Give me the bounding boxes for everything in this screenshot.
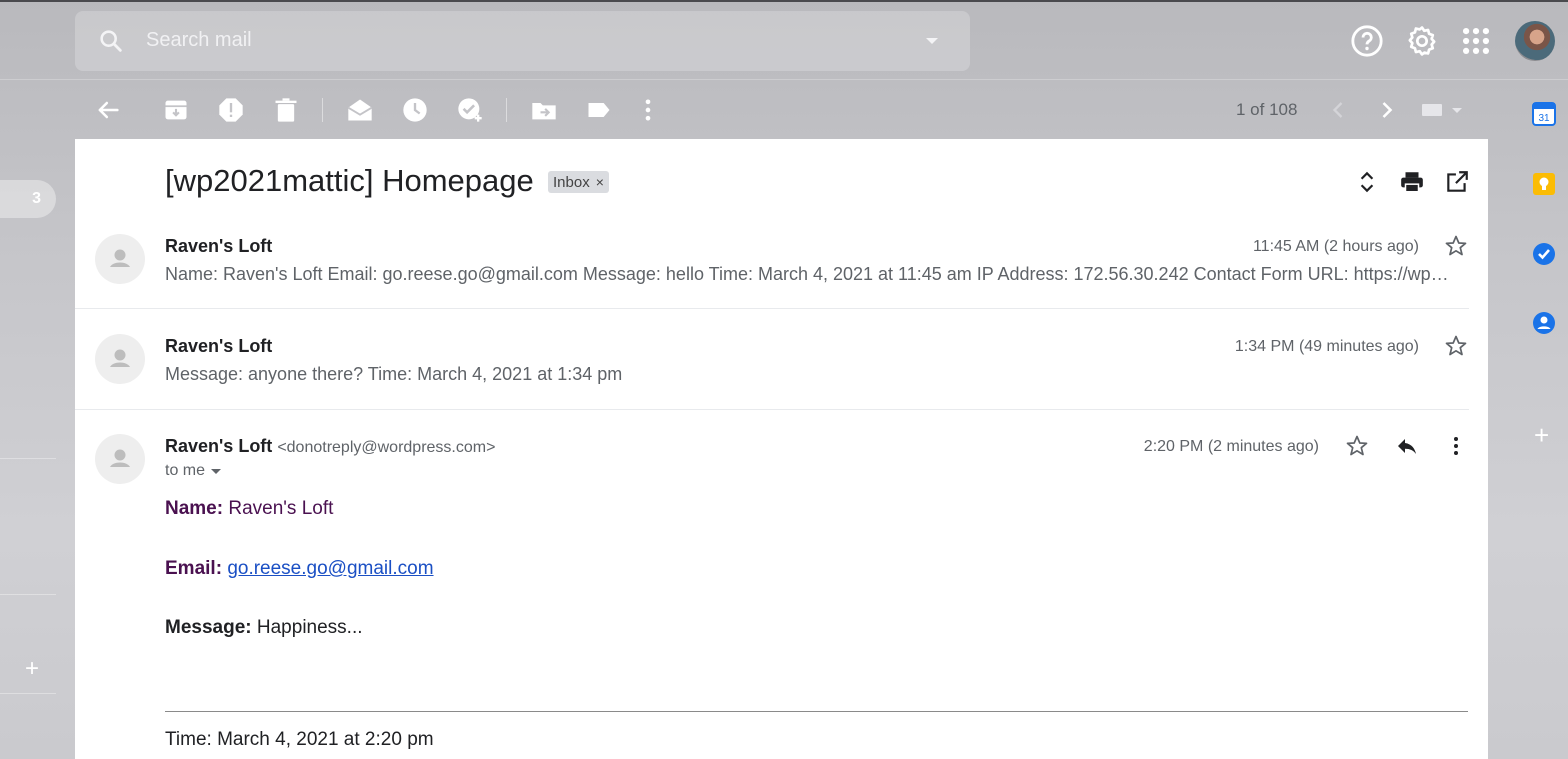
contacts-icon[interactable] [1531,310,1557,336]
label-chip-inbox[interactable]: Inbox × [548,171,609,193]
print-icon[interactable] [1399,169,1425,195]
top-edge [0,0,1568,2]
body-divider [165,711,1468,712]
apps-icon[interactable] [1459,24,1493,58]
person-icon [110,249,130,267]
sender-email: <donotreply@wordpress.com> [277,439,496,456]
search-options-icon[interactable] [926,38,938,44]
archive-icon[interactable] [162,96,190,124]
search-bar[interactable]: Search mail [75,11,970,71]
chevron-down-icon[interactable] [211,468,222,474]
calendar-day: 31 [1538,113,1550,124]
field-name: Name: Raven's Loft [165,498,333,520]
gear-icon[interactable] [1405,24,1439,58]
avatar [95,234,145,284]
message-snippet: Name: Raven's Loft Email: go.reese.go@gm… [165,264,1455,284]
report-spam-icon[interactable] [217,96,245,124]
chevron-left-icon[interactable] [1324,96,1352,124]
rail-divider [0,693,56,694]
calendar-icon[interactable]: 31 [1531,101,1557,127]
time-line: Time: March 4, 2021 at 2:20 pm [165,729,434,750]
email-link[interactable]: go.reese.go@gmail.com [227,558,433,579]
star-icon[interactable] [1444,234,1468,258]
person-icon [110,349,130,367]
toolbar-separator [506,98,507,122]
sender-name: Raven's Loft [165,436,273,456]
message-time: 2:20 PM (2 minutes ago) [1143,438,1319,455]
field-message: Message: Happiness... [165,617,363,639]
message-thread-card: [wp2021mattic] Homepage Inbox × Raven's … [75,139,1488,759]
message-time: 1:34 PM (49 minutes ago) [1234,338,1419,355]
field-value: Raven's Loft [228,498,334,519]
sender-name: Raven's Loft [165,236,273,256]
reply-icon[interactable] [1395,434,1419,458]
open-new-window-icon[interactable] [1444,169,1470,195]
star-icon[interactable] [1444,334,1468,358]
search-input[interactable]: Search mail [146,29,252,52]
snooze-icon[interactable] [401,96,429,124]
expand-icon[interactable] [1354,169,1380,195]
remove-label-icon[interactable]: × [596,174,604,190]
label-chip-text: Inbox [553,173,590,191]
keep-icon[interactable] [1531,171,1557,197]
sender-line: Raven's Loft <donotreply@wordpress.com> [165,436,495,457]
field-value: Happiness... [256,617,363,638]
delete-icon[interactable] [272,96,300,124]
thread-subject: [wp2021mattic] Homepage [165,163,534,198]
pagination-count: 1 of 108 [1236,100,1298,119]
message-divider [75,308,1469,309]
move-to-icon[interactable] [530,96,558,124]
more-icon[interactable] [1444,434,1468,458]
account-avatar[interactable] [1515,21,1555,61]
field-label: Name: [165,498,224,519]
inbox-unread-badge[interactable]: 3 [0,180,56,218]
add-label-icon[interactable]: + [25,655,39,683]
tasks-icon[interactable] [1531,241,1557,267]
person-icon [110,449,130,467]
keyboard-icon[interactable] [1420,96,1466,124]
recipients-text: to me [165,462,206,479]
more-icon[interactable] [634,96,662,124]
toolbar-separator [322,98,323,122]
rail-divider [0,594,56,595]
label-icon[interactable] [585,96,613,124]
field-email: Email: go.reese.go@gmail.com [165,558,434,580]
chevron-right-icon[interactable] [1373,96,1401,124]
header-divider [0,79,1568,80]
add-addon-icon[interactable]: + [1534,420,1549,451]
message-snippet: Message: anyone there? Time: March 4, 20… [165,364,623,384]
avatar [95,334,145,384]
help-icon[interactable] [1350,24,1384,58]
rail-divider [0,458,56,459]
avatar [95,434,145,484]
add-task-icon[interactable] [456,96,484,124]
field-label: Email: [165,558,223,579]
message-divider [75,409,1469,410]
sender-name: Raven's Loft [165,336,273,356]
mark-unread-icon[interactable] [346,96,374,124]
message-time: 11:45 AM (2 hours ago) [1252,238,1419,255]
field-label: Message: [165,617,252,638]
back-icon[interactable] [94,96,122,124]
recipients-toggle[interactable]: to me [165,462,222,480]
search-icon[interactable] [97,27,125,55]
star-icon[interactable] [1345,434,1369,458]
